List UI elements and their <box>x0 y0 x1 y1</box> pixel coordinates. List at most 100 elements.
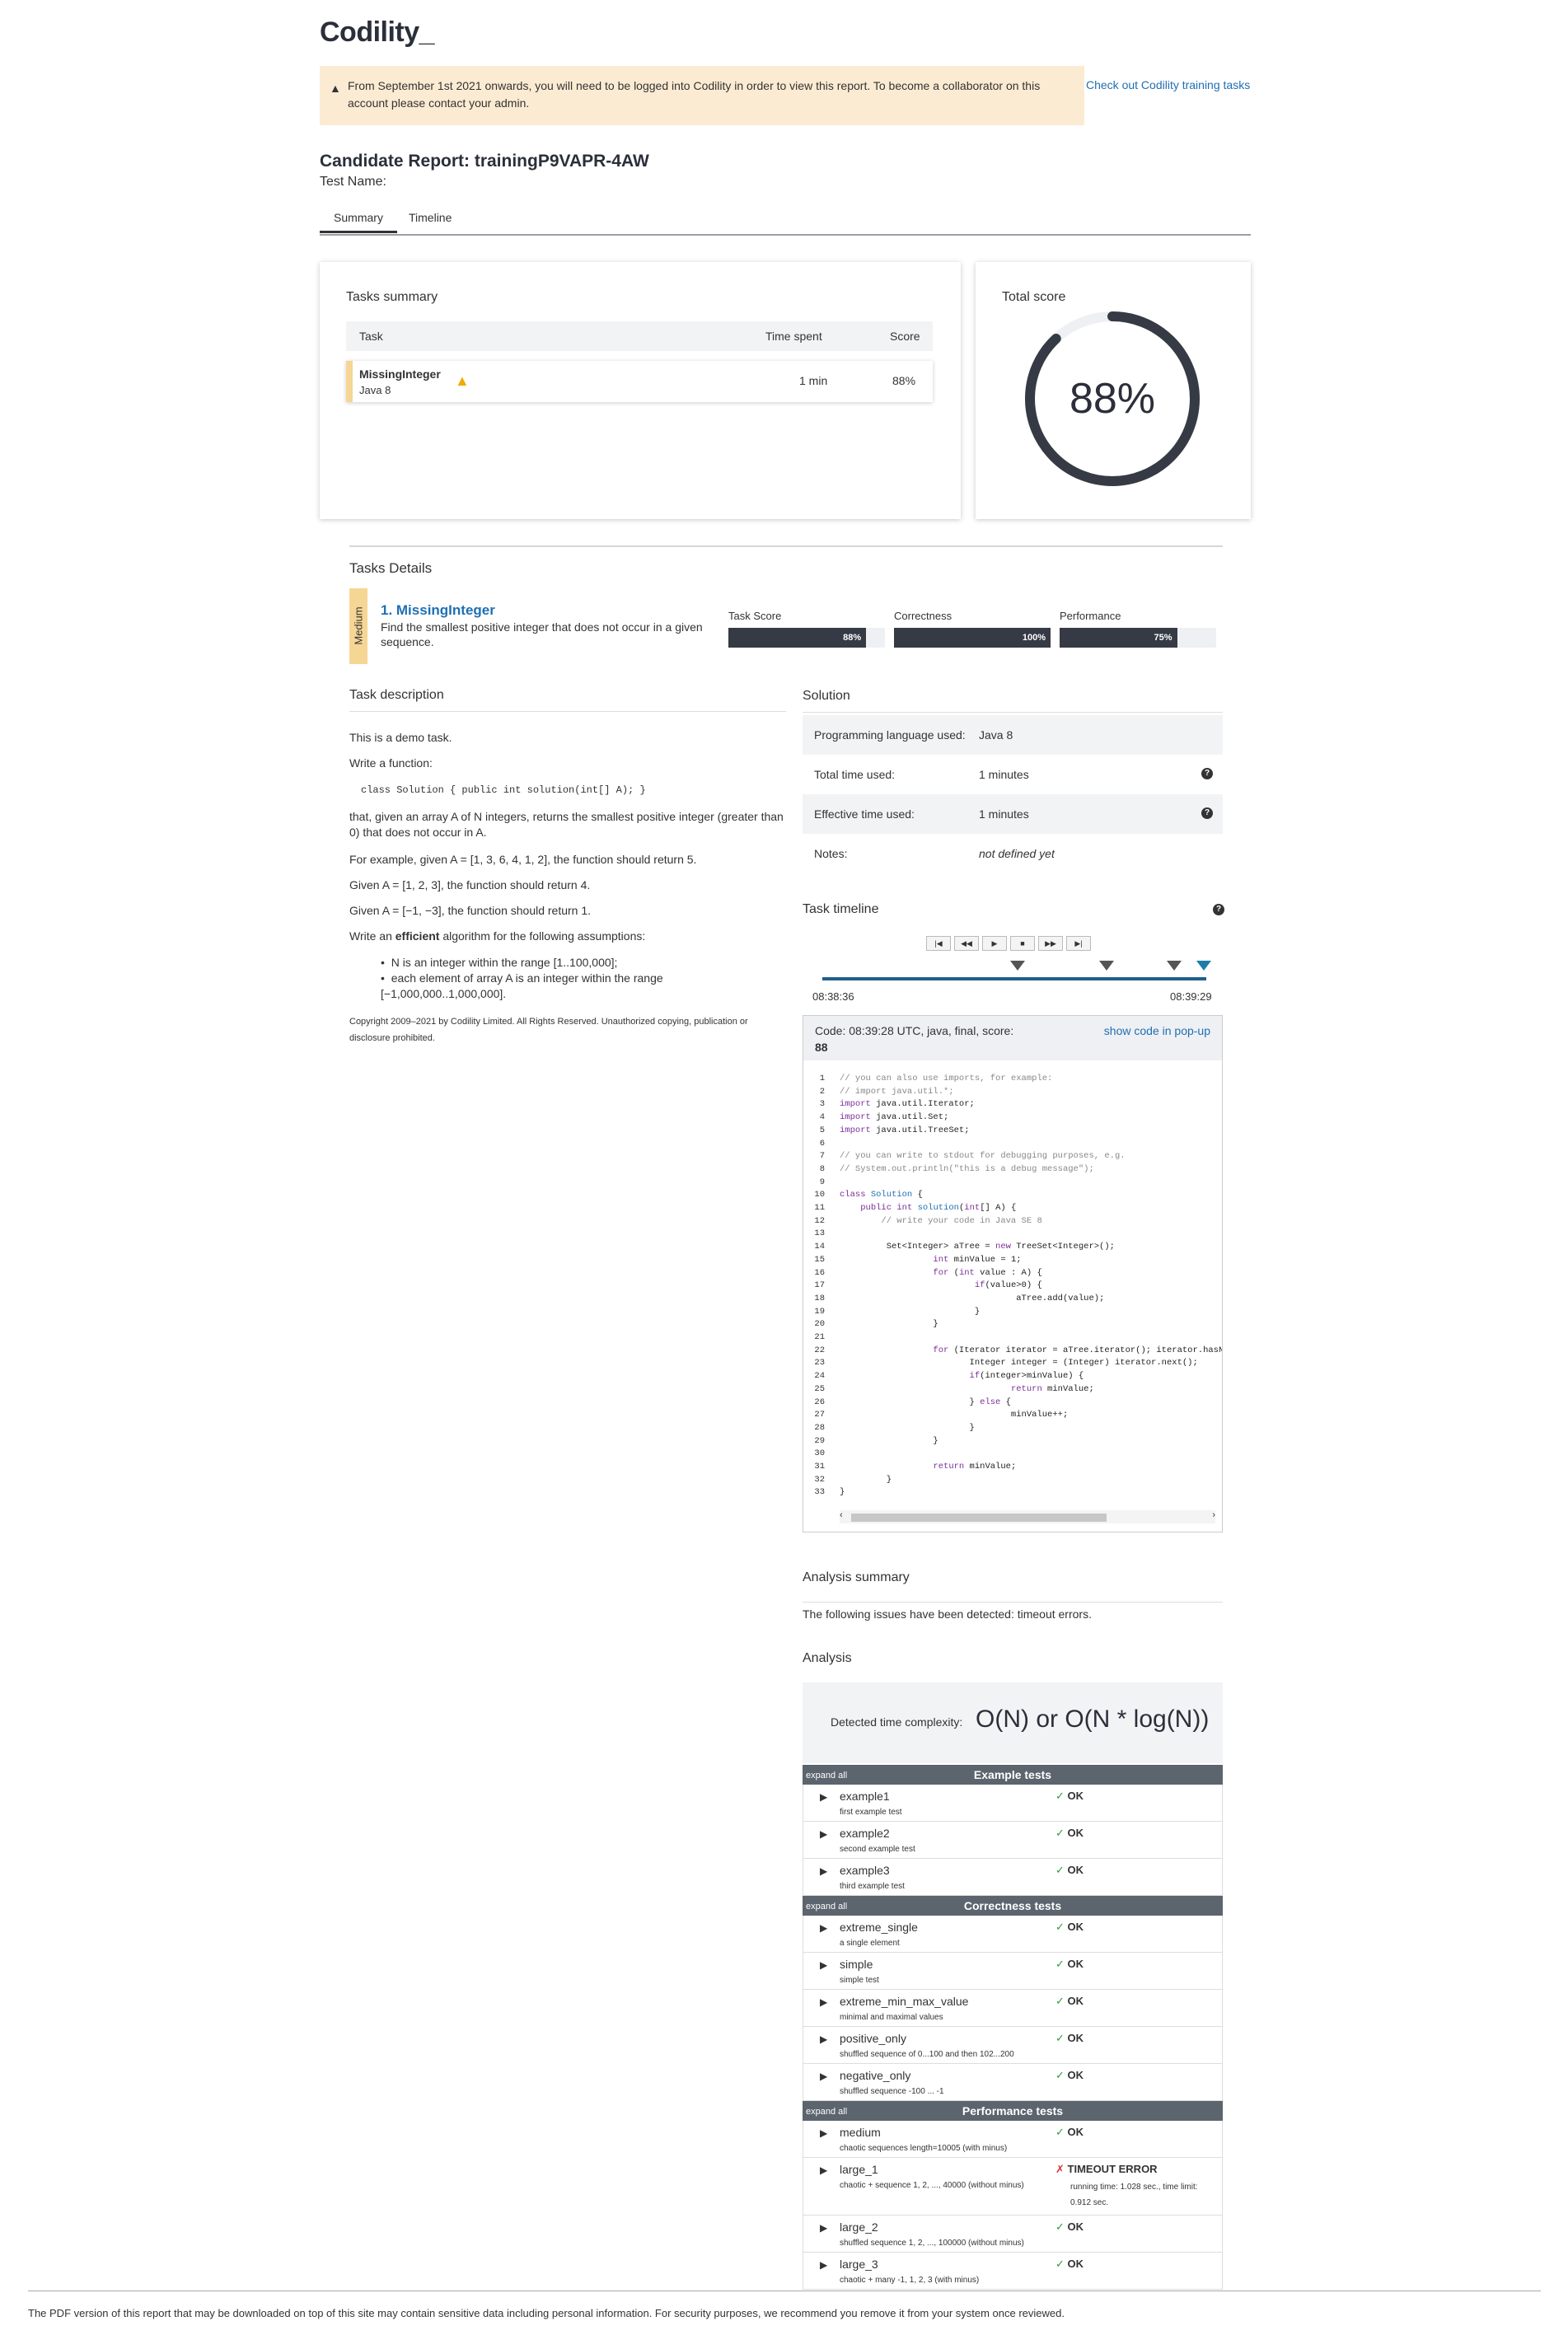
complexity-label: Detected time complexity: <box>831 1715 963 1729</box>
help-icon[interactable]: ? <box>1201 768 1213 779</box>
timeline-marker[interactable] <box>1099 961 1114 971</box>
test-row[interactable]: ▶ example2 second example test ✓ OK <box>803 1822 1223 1859</box>
expand-arrow-icon[interactable]: ▶ <box>820 1959 827 1971</box>
timeline-track[interactable] <box>822 977 1206 980</box>
test-result-text: TIMEOUT ERROR <box>1067 2163 1158 2175</box>
test-desc: simple test <box>840 1976 879 1985</box>
expand-all-button[interactable]: expand all <box>806 1902 847 1912</box>
code-viewer: Code: 08:39:28 UTC, java, final, score: … <box>803 1015 1223 1532</box>
desc-p3: that, given an array A of N integers, re… <box>349 810 784 839</box>
solution-value: 1 minutes <box>979 807 1029 821</box>
difficulty-label: Medium <box>352 606 365 645</box>
copyright: Copyright 2009–2021 by Codility Limited.… <box>349 1017 748 1043</box>
test-result-text: OK <box>1067 2069 1084 2081</box>
expand-arrow-icon[interactable]: ▶ <box>820 2071 827 2082</box>
task-score-bar-fill: 88% <box>728 628 867 648</box>
show-code-popup-link[interactable]: show code in pop-up <box>1104 1024 1210 1037</box>
expand-arrow-icon[interactable]: ▶ <box>820 1922 827 1934</box>
code-line: 18 aTree.add(value); <box>814 1293 1105 1303</box>
scroll-right-arrow-icon[interactable]: › <box>1212 1510 1215 1520</box>
expand-arrow-icon[interactable]: ▶ <box>820 2164 827 2176</box>
tasks-details-title: Tasks Details <box>349 560 433 576</box>
test-desc: a single element <box>840 1939 900 1948</box>
solution-panel: Solution Programming language used: Java… <box>803 689 1223 860</box>
code-line: 27 minValue++; <box>814 1410 1069 1420</box>
test-name: extreme_min_max_value <box>840 1995 969 2008</box>
timeline-stop-button[interactable]: ■ <box>1010 936 1035 951</box>
tab-timeline[interactable]: Timeline <box>409 211 452 231</box>
help-icon[interactable]: ? <box>1213 904 1224 915</box>
test-result: ✓ OK <box>1055 2126 1084 2139</box>
test-row[interactable]: ▶ extreme_single a single element ✓ OK <box>803 1916 1223 1953</box>
code-horizontal-scrollbar[interactable]: ‹ › <box>840 1510 1215 1523</box>
scrollbar-thumb[interactable] <box>851 1514 1107 1522</box>
expand-arrow-icon[interactable]: ▶ <box>820 2033 827 2045</box>
test-desc: chaotic + sequence 1, 2, ..., 40000 (wit… <box>840 2181 1024 2190</box>
test-row[interactable]: ▶ negative_only shuffled sequence -100 ...… <box>803 2064 1223 2101</box>
task-name-link[interactable]: 1. MissingInteger <box>381 602 495 619</box>
expand-arrow-icon[interactable]: ▶ <box>820 2222 827 2234</box>
expand-arrow-icon[interactable]: ▶ <box>820 1996 827 2008</box>
test-row[interactable]: ▶ simple simple test ✓ OK <box>803 1953 1223 1990</box>
code-line: 14 Set<Integer> aTree = new TreeSet<Inte… <box>814 1242 1115 1252</box>
timeline-marker[interactable] <box>1010 961 1025 971</box>
test-row[interactable]: ▶ example1 first example test ✓ OK <box>803 1785 1223 1822</box>
scroll-left-arrow-icon[interactable]: ‹ <box>840 1510 843 1520</box>
bullet-1: • N is an integer within the range [1..1… <box>381 956 618 969</box>
expand-arrow-icon[interactable]: ▶ <box>820 2127 827 2139</box>
training-tasks-link[interactable]: Check out Codility training tasks <box>1086 78 1250 91</box>
expand-arrow-icon[interactable]: ▶ <box>820 2259 827 2271</box>
test-name: negative_only <box>840 2069 911 2082</box>
test-desc: chaotic sequences length=10005 (with min… <box>840 2144 1008 2153</box>
test-result-text: OK <box>1067 1995 1084 2007</box>
timeline-last-button[interactable]: ▶| <box>1066 936 1091 951</box>
test-result: ✓ OK <box>1055 2220 1084 2234</box>
check-icon: ✓ <box>1055 1958 1068 1970</box>
footer-text: The PDF version of this report that may … <box>28 2307 1065 2319</box>
test-name: extreme_single <box>840 1921 918 1934</box>
expand-all-button[interactable]: expand all <box>806 2107 847 2117</box>
solution-key: Programming language used: <box>814 728 966 742</box>
timeline-marker[interactable] <box>1167 961 1182 971</box>
task-score-label: Task Score <box>728 610 782 622</box>
test-name: simple <box>840 1958 873 1971</box>
expand-all-button[interactable]: expand all <box>806 1771 847 1780</box>
timeline-back-button[interactable]: ◀◀ <box>954 936 979 951</box>
timeline-play-button[interactable]: ▶ <box>982 936 1007 951</box>
timeline-first-button[interactable]: |◀ <box>926 936 951 951</box>
test-row[interactable]: ▶ extreme_min_max_valueminimal and maxima… <box>803 1990 1223 2027</box>
test-group-title: Performance tests <box>962 2104 1064 2117</box>
test-row[interactable]: ▶ large_1 chaotic + sequence 1, 2, ..., 40… <box>803 2158 1223 2216</box>
desc-p7-bold: efficient <box>395 929 440 943</box>
check-icon: ✓ <box>1055 1921 1068 1933</box>
test-row[interactable]: ▶ medium chaotic sequences length=10005 (w… <box>803 2121 1223 2158</box>
test-name: example2 <box>840 1827 890 1840</box>
code-line: 33} <box>814 1487 845 1498</box>
code-line: 20 } <box>814 1319 938 1330</box>
test-row[interactable]: ▶ positive_only shuffled sequence of 0...1… <box>803 2027 1223 2064</box>
test-desc: shuffled sequence of 0...100 and then 10… <box>840 2050 1014 2059</box>
test-row[interactable]: ▶ example3 third example test ✓ OK <box>803 1859 1223 1896</box>
test-desc: chaotic + many -1, 1, 2, 3 (with minus) <box>840 2276 980 2285</box>
test-row[interactable]: ▶ large_2 shuffled sequence 1, 2, ..., 100… <box>803 2216 1223 2253</box>
task-row[interactable]: MissingInteger Java 8 ▲ 1 min 88% <box>346 361 933 402</box>
timeline-current-marker[interactable] <box>1196 961 1211 971</box>
code-line: 4 import java.util.Set; <box>819 1112 949 1123</box>
expand-arrow-icon[interactable]: ▶ <box>820 1828 827 1840</box>
expand-arrow-icon[interactable]: ▶ <box>820 1865 827 1877</box>
task-description: Task description This is a demo task. Wr… <box>349 687 786 1043</box>
help-icon[interactable]: ? <box>1201 807 1213 819</box>
test-desc: minimal and maximal values <box>840 2013 943 2022</box>
test-result: ✓ OK <box>1055 1958 1084 1971</box>
header-task: Task <box>359 330 383 343</box>
solution-value: not defined yet <box>979 847 1055 860</box>
test-result: ✓ OK <box>1055 2069 1084 2082</box>
test-group-header: Correctness tests expand all <box>803 1896 1223 1916</box>
cross-icon: ✗ <box>1055 2163 1068 2175</box>
solution-key: Effective time used: <box>814 807 915 821</box>
timeline-forward-button[interactable]: ▶▶ <box>1038 936 1063 951</box>
report-tabs: Summary Timeline <box>320 206 1251 236</box>
expand-arrow-icon[interactable]: ▶ <box>820 1791 827 1803</box>
test-row[interactable]: ▶ large_3 chaotic + many -1, 1, 2, 3 (with… <box>803 2253 1223 2290</box>
tab-summary[interactable]: Summary <box>320 211 397 233</box>
